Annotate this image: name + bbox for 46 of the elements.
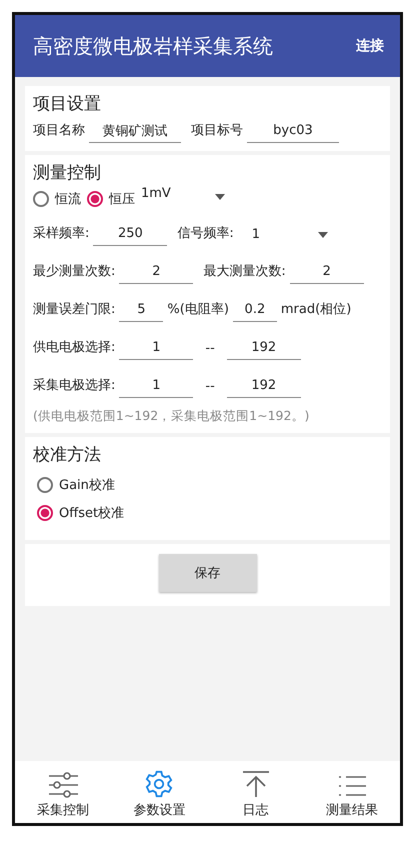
field-label: 最少测量次数:	[33, 263, 116, 281]
range-note: (供电电极范围1~192，采集电极范围1~192。)	[33, 408, 310, 425]
mode-radio[interactable]: 恒压	[87, 190, 135, 208]
text-field[interactable]: 0.2	[232, 300, 277, 322]
field-label: 采集电极选择:	[33, 377, 116, 395]
field-label: 测量误差门限:	[33, 301, 116, 319]
field-label: 最大测量次数:	[203, 263, 286, 281]
field-label: 信号频率:	[177, 225, 234, 243]
text-field[interactable]: 5	[119, 300, 164, 322]
field-label: 项目名称	[33, 122, 85, 140]
section-heading: 项目设置	[33, 93, 102, 115]
caret-icon	[215, 194, 225, 200]
field-label: 供电电极选择:	[33, 339, 116, 357]
upload-icon	[240, 770, 271, 798]
unit-label: %(电阻率)	[167, 301, 229, 319]
nav-tab[interactable]: 采集控制	[15, 761, 112, 823]
text-field[interactable]: byc03	[247, 121, 339, 143]
text-field[interactable]: 2	[290, 262, 364, 284]
caret-icon	[318, 232, 328, 238]
list-icon	[336, 774, 367, 798]
unit-label: mrad(相位)	[280, 301, 352, 319]
text-field[interactable]: 黄铜矿测试	[89, 121, 181, 143]
sliders-icon	[48, 772, 78, 798]
text-field[interactable]: 250	[93, 224, 168, 246]
text-field[interactable]: 1	[119, 376, 194, 398]
range-separator: --	[204, 379, 216, 396]
frequency-dropdown[interactable]: 1	[238, 227, 328, 246]
nav-tab[interactable]: 参数设置	[111, 761, 208, 823]
section-heading: 校准方法	[33, 444, 102, 466]
calibration-radio[interactable]: Offset校准	[37, 504, 382, 522]
app-title: 高密度微电极岩样采集系统	[33, 32, 273, 60]
field-label: 项目标号	[191, 122, 243, 140]
mode-radio[interactable]: 恒流	[33, 190, 81, 208]
calibration-radio[interactable]: Gain校准	[37, 476, 382, 494]
save-button[interactable]: 保存	[158, 554, 256, 592]
nav-tab[interactable]: 日志	[208, 761, 304, 823]
text-field[interactable]: 1	[119, 338, 194, 360]
range-separator: --	[204, 341, 216, 358]
text-field[interactable]: 2	[119, 262, 194, 284]
text-field[interactable]: 192	[226, 338, 301, 360]
field-label: 采样频率:	[33, 225, 90, 243]
text-field[interactable]: 192	[226, 376, 301, 398]
section-heading: 测量控制	[33, 162, 102, 184]
connect-button[interactable]: 连接	[352, 33, 388, 59]
settings-icon	[145, 770, 174, 798]
nav-tab[interactable]: 测量结果	[304, 761, 400, 823]
